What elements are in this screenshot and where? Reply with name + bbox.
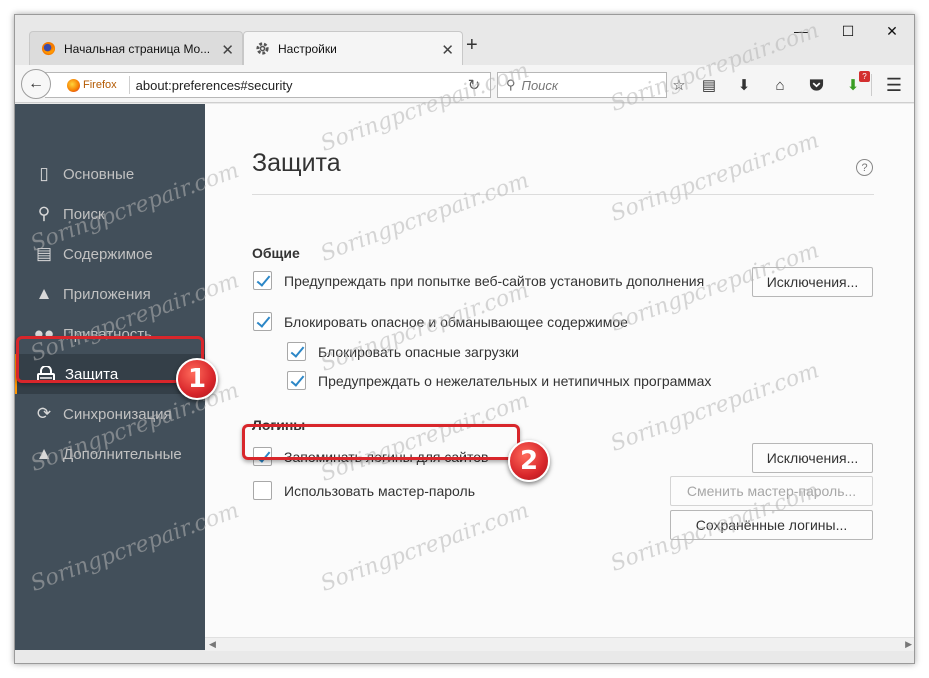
search-input[interactable]: ⚲ Поиск — [497, 72, 667, 98]
block-downloads-label: Блокировать опасные загрузки — [318, 343, 519, 360]
reload-icon: ↻ — [467, 77, 481, 94]
tab-settings[interactable]: Настройки ✕ — [243, 31, 463, 65]
step-marker-2: 2 — [508, 440, 550, 482]
home-icon[interactable]: ⌂ — [768, 74, 792, 96]
bookmark-star-icon[interactable]: ☆ — [667, 74, 691, 96]
title-divider — [252, 194, 874, 195]
sidebar-item-general[interactable]: ▯ Основные — [15, 154, 205, 194]
horizontal-scrollbar[interactable]: ◀ ▶ — [205, 637, 914, 651]
block-downloads-checkbox[interactable] — [287, 342, 306, 361]
gear-icon — [254, 41, 270, 57]
downloads-icon[interactable]: ⬇ — [732, 74, 756, 96]
content-icon: ▤ — [35, 244, 53, 263]
warn-addons-label: Предупреждать при попытке веб-сайтов уст… — [284, 272, 705, 289]
close-tab-icon[interactable]: ✕ — [221, 41, 234, 59]
scroll-left-arrow-icon[interactable]: ◀ — [209, 639, 216, 650]
change-master-password-button[interactable]: Сменить мастер-пароль... — [670, 476, 873, 506]
warn-unwanted-checkbox[interactable] — [287, 371, 306, 390]
scroll-right-arrow-icon[interactable]: ▶ — [905, 639, 912, 650]
block-dangerous-checkbox[interactable] — [253, 312, 272, 331]
page-title: Защита — [252, 149, 341, 177]
search-placeholder: Поиск — [521, 77, 559, 93]
block-dangerous-row[interactable]: Блокировать опасное и обманывающее содер… — [253, 312, 628, 331]
section-heading-general: Общие — [252, 245, 300, 261]
wizard-icon: ▲ — [35, 444, 53, 463]
menu-hamburger-icon[interactable]: ☰ — [882, 74, 906, 96]
back-button[interactable]: ← — [21, 69, 51, 99]
green-arrow-icon: ⬇ — [846, 77, 860, 94]
navigation-bar: Firefox about:preferences#security ← ↻ ⚲… — [15, 65, 914, 103]
logins-exceptions-button[interactable]: Исключения... — [752, 443, 873, 473]
sidebar-item-search[interactable]: ⚲ Поиск — [15, 194, 205, 234]
tab-strip: Начальная страница Mo... ✕ Настройки ✕ +… — [15, 15, 914, 65]
sidebar-item-sync[interactable]: ⟳ Синхронизация — [15, 394, 205, 434]
security-pane: Защита ? Общие Предупреждать при попытке… — [205, 104, 914, 650]
block-downloads-row[interactable]: Блокировать опасные загрузки — [287, 342, 519, 361]
maximize-button[interactable]: ☐ — [833, 23, 863, 40]
sync-icon: ⟳ — [36, 404, 52, 423]
tab-title: Настройки — [278, 41, 337, 56]
url-text[interactable]: about:preferences#security — [136, 78, 293, 93]
close-tab-icon[interactable]: ✕ — [441, 41, 454, 59]
url-divider — [128, 76, 130, 94]
search-icon: ⚲ — [506, 77, 516, 92]
sidebar-item-advanced[interactable]: ▲ Дополнительные — [15, 434, 205, 474]
sidebar-item-content[interactable]: ▤ Содержимое — [15, 234, 205, 274]
url-bar[interactable]: Firefox about:preferences#security — [45, 72, 491, 98]
reload-button[interactable]: ↻ — [458, 72, 490, 98]
master-password-checkbox[interactable] — [253, 481, 272, 500]
sidebar-item-applications[interactable]: ▲ Приложения — [15, 274, 205, 314]
close-window-button[interactable]: ✕ — [877, 23, 907, 40]
new-tab-button[interactable]: + — [466, 34, 478, 57]
step-marker-1: 1 — [176, 358, 218, 400]
back-arrow-icon: ← — [28, 75, 44, 92]
master-password-row[interactable]: Использовать мастер-пароль — [253, 481, 475, 500]
notification-badge: ? — [859, 71, 870, 82]
reading-list-icon[interactable]: ▤ — [697, 74, 721, 96]
firefox-icon — [40, 41, 56, 57]
general-icon: ▯ — [39, 164, 49, 183]
tab-title: Начальная страница Mo... — [64, 41, 211, 56]
warn-unwanted-label: Предупреждать о нежелательных и нетипичн… — [318, 372, 712, 389]
pocket-icon[interactable] — [804, 74, 828, 96]
tab-home[interactable]: Начальная страница Mo... ✕ — [29, 31, 243, 65]
master-password-label: Использовать мастер-пароль — [284, 482, 475, 499]
warn-addons-checkbox[interactable] — [253, 271, 272, 290]
warn-unwanted-row[interactable]: Предупреждать о нежелательных и нетипичн… — [287, 371, 711, 390]
saved-logins-button[interactable]: Сохранённые логины... — [670, 510, 873, 540]
addon-download-icon[interactable]: ⬇ ? — [841, 71, 870, 96]
toolbar-divider — [871, 74, 872, 96]
warn-addons-row[interactable]: Предупреждать при попытке веб-сайтов уст… — [253, 271, 704, 290]
block-dangerous-label: Блокировать опасное и обманывающее содер… — [284, 313, 628, 330]
firefox-identity-icon — [67, 78, 80, 92]
addons-exceptions-button[interactable]: Исключения... — [752, 267, 873, 297]
search-icon: ⚲ — [37, 204, 51, 223]
rocket-icon: ▲ — [35, 284, 53, 303]
minimize-button[interactable]: — — [786, 23, 816, 39]
help-icon[interactable]: ? — [856, 159, 873, 176]
highlight-remember-logins — [242, 424, 520, 460]
identity-box[interactable]: Firefox — [57, 78, 117, 92]
